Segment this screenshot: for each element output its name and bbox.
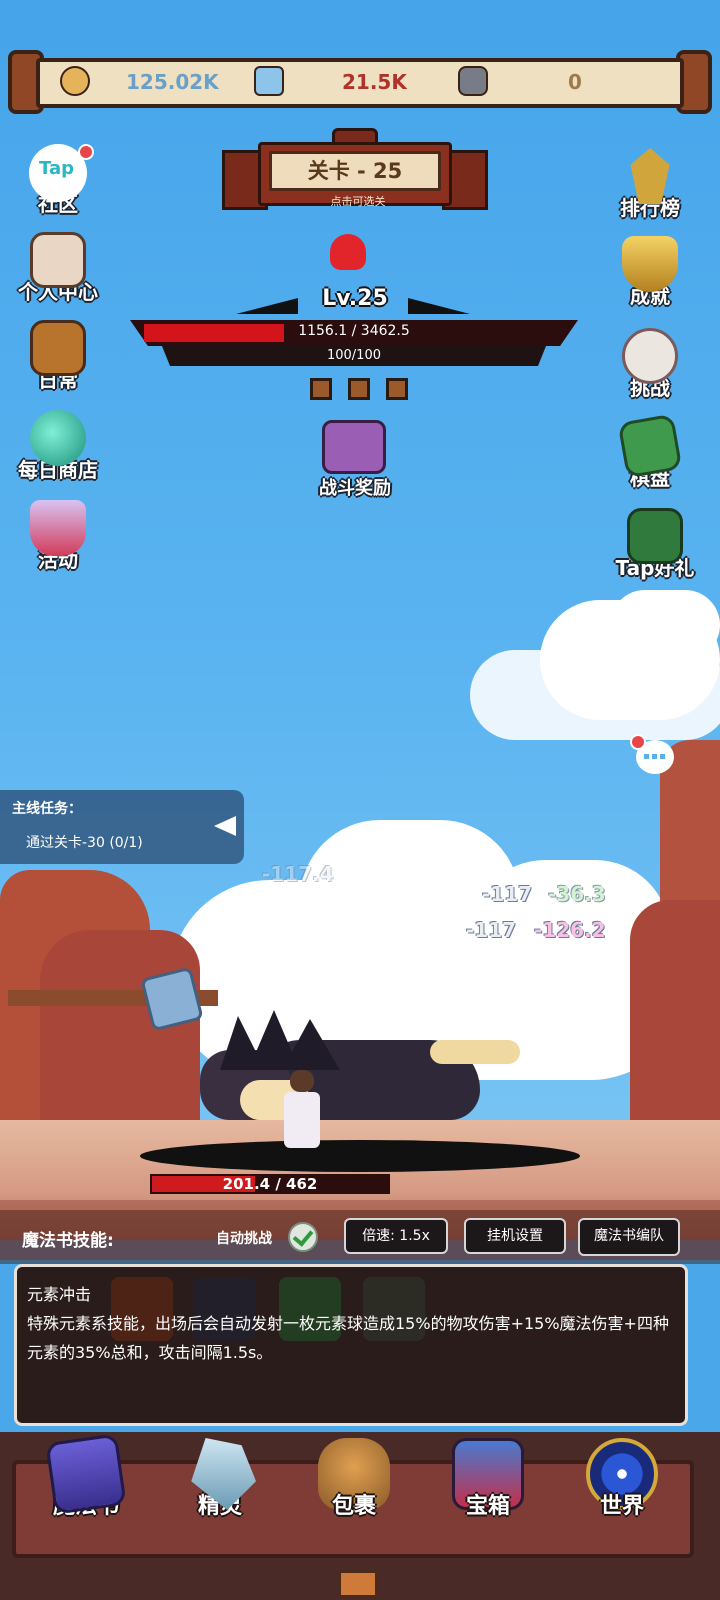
side-item-challenge[interactable]: 挑战: [600, 328, 700, 401]
side-item-community[interactable]: Tap 社区: [8, 144, 108, 217]
quest-description: 通过关卡-30 (0/1): [26, 835, 143, 851]
monster-mane: [220, 1010, 340, 1070]
damage-number: -117.4: [262, 862, 334, 886]
buff-slot: [310, 378, 332, 400]
auto-challenge-label: 自动挑战: [216, 1231, 272, 1247]
board-icon: [617, 413, 683, 479]
spellbook-icon: [45, 1433, 127, 1515]
stage-title: 关卡 - 25: [307, 159, 403, 183]
main-quest-panel[interactable]: 主线任务： 通过关卡-30 (0/1): [0, 790, 244, 864]
rune-amount: 0: [568, 70, 582, 94]
nav-world[interactable]: 世界: [562, 1438, 682, 1520]
buff-slot: [348, 378, 370, 400]
damage-number: -117: [482, 882, 533, 906]
side-item-tap-gift[interactable]: Tap好礼: [600, 508, 710, 581]
reward-label: 战斗奖励: [319, 478, 391, 499]
boss-hp-bar: 1156.1 / 3462.5 100/100: [130, 320, 578, 366]
quest-title: 主线任务：: [12, 801, 82, 817]
side-item-leaderboard[interactable]: 排行榜: [600, 148, 700, 221]
bottom-gift-icon: [338, 1570, 378, 1598]
side-item-board[interactable]: 棋盘: [600, 413, 700, 491]
side-item-profile[interactable]: 个人中心: [8, 232, 108, 305]
spellbook-skills-label: 魔法书技能:: [22, 1231, 114, 1251]
gold-cup-icon: [622, 236, 678, 292]
chat-notification-dot: [630, 734, 646, 750]
spellbook-team-button[interactable]: 魔法书编队: [578, 1218, 680, 1256]
player-hp-text: 201.4 / 462: [222, 1175, 318, 1193]
resource-bar: 125.02K 21.5K 0: [8, 50, 712, 114]
skill-name: 元素冲击: [27, 1285, 92, 1304]
damage-number: -36.3: [548, 882, 606, 906]
gem-icon: [254, 66, 284, 96]
nav-spirits[interactable]: 精灵: [160, 1438, 280, 1520]
side-item-events[interactable]: 活动: [8, 500, 108, 573]
idle-settings-button[interactable]: 挂机设置: [464, 1218, 566, 1254]
collapse-arrow-icon[interactable]: [214, 816, 236, 836]
boss-hp-text: 1156.1 / 3462.5: [298, 323, 410, 339]
gem-amount: 21.5K: [342, 70, 407, 94]
nav-label: 包裹: [331, 1494, 376, 1519]
stage-selector[interactable]: 关卡 - 25 点击可选关: [222, 128, 488, 220]
reward-chest-icon: [322, 420, 386, 474]
gift-chest-icon: [627, 508, 683, 564]
orb-icon: [30, 410, 86, 466]
side-item-achievements[interactable]: 成就: [600, 236, 700, 309]
nav-treasure[interactable]: 宝箱: [428, 1438, 548, 1520]
hero-character: [280, 1070, 324, 1150]
banner-inner: 关卡 - 25: [269, 151, 441, 191]
chat-dots: [644, 754, 666, 759]
boss-level: Lv.25: [322, 286, 388, 311]
damage-number: -117: [466, 918, 517, 942]
hero-body: [284, 1092, 320, 1148]
auto-challenge-checkbox[interactable]: [288, 1222, 318, 1252]
barrel-icon: [30, 320, 86, 376]
damage-number: -126.2: [534, 918, 606, 942]
gold-amount: 125.02K: [126, 70, 219, 94]
hero-head: [290, 1070, 314, 1092]
wolf-monster: [200, 1010, 520, 1140]
monster-tail: [430, 1040, 520, 1064]
cloud: [610, 590, 720, 660]
skill-info-panel: 元素冲击 特殊元素系技能，出场后会自动发射一枚元素球造成15%的物攻伤害+15%…: [14, 1264, 688, 1426]
nav-label: 世界: [599, 1494, 644, 1519]
boss-mp-text: 100/100: [326, 348, 381, 363]
battle-shadow: [140, 1140, 580, 1172]
skull-icon: [622, 328, 678, 384]
rock-cliff: [630, 900, 720, 1140]
player-hp-bar: 201.4 / 462: [150, 1174, 390, 1194]
stage-subtitle: 点击可选关: [330, 195, 386, 208]
side-item-daily-shop[interactable]: 每日商店: [8, 410, 108, 483]
nav-spellbook[interactable]: 魔法书: [26, 1433, 146, 1520]
side-item-daily[interactable]: 日常: [8, 320, 108, 393]
nav-label: 宝箱: [465, 1494, 510, 1519]
boss-skull-icon: [330, 234, 366, 270]
gold-coin-icon: [60, 66, 90, 96]
notification-dot: [78, 144, 94, 160]
cup-icon: [30, 500, 86, 556]
letter-icon: [30, 232, 86, 288]
nav-inventory[interactable]: 包裹: [294, 1438, 414, 1520]
rock-mesa: [40, 930, 200, 1130]
speed-button[interactable]: 倍速: 1.5x: [344, 1218, 448, 1254]
skill-description: 特殊元素系技能，出场后会自动发射一枚元素球造成15%的物攻伤害+15%魔法伤害+…: [27, 1314, 669, 1362]
buff-slot: [386, 378, 408, 400]
banner-plate: 关卡 - 25 点击可选关: [258, 142, 452, 208]
rune-stone-icon: [458, 66, 488, 96]
check-icon: [292, 1225, 314, 1247]
tap-logo-text: Tap: [39, 158, 74, 179]
